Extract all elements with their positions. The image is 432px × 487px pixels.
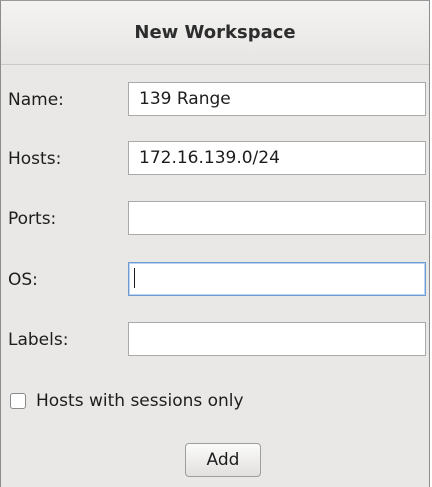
name-field[interactable] — [128, 82, 426, 116]
os-label: OS: — [8, 270, 38, 290]
sessions-only-checkbox[interactable] — [10, 393, 26, 409]
os-field[interactable] — [128, 262, 426, 296]
name-label: Name: — [8, 90, 64, 110]
text-caret — [134, 268, 135, 288]
sessions-only-option[interactable]: Hosts with sessions only — [10, 388, 244, 414]
labels-field[interactable] — [128, 322, 426, 356]
labels-label: Labels: — [8, 330, 69, 350]
new-workspace-dialog: New Workspace Name: Hosts: Ports: OS: La… — [0, 0, 430, 487]
ports-field[interactable] — [128, 201, 426, 235]
ports-label: Ports: — [8, 209, 57, 229]
add-button-label: Add — [206, 450, 240, 470]
dialog-title: New Workspace — [134, 22, 296, 43]
hosts-field[interactable] — [128, 141, 426, 175]
sessions-only-label: Hosts with sessions only — [36, 391, 244, 411]
add-button[interactable]: Add — [185, 443, 261, 477]
dialog-titlebar[interactable]: New Workspace — [1, 1, 429, 65]
hosts-label: Hosts: — [8, 149, 62, 169]
